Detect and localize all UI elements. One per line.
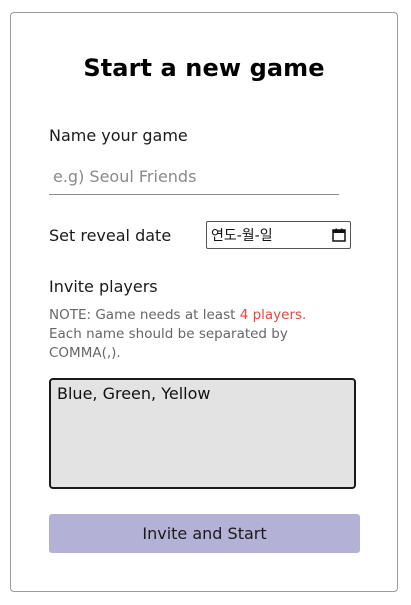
note-highlight: 4 players. bbox=[239, 307, 307, 323]
invite-and-start-button[interactable]: Invite and Start bbox=[49, 514, 360, 553]
calendar-icon[interactable] bbox=[332, 228, 346, 242]
reveal-date-input[interactable]: 연도-월-일 bbox=[206, 221, 351, 249]
invite-players-label: Invite players bbox=[49, 277, 158, 296]
invite-note: NOTE: Game needs at least 4 players. Eac… bbox=[49, 306, 339, 363]
reveal-date-label: Set reveal date bbox=[49, 226, 172, 245]
note-prefix: NOTE: Game needs at least bbox=[49, 307, 240, 323]
game-name-label: Name your game bbox=[49, 126, 188, 145]
page-title: Start a new game bbox=[83, 54, 325, 82]
new-game-card: Start a new game Name your game Set reve… bbox=[10, 12, 398, 592]
game-name-input[interactable] bbox=[49, 159, 339, 195]
players-textarea[interactable]: Blue, Green, Yellow bbox=[49, 378, 356, 489]
note-suffix: Each name should be separated by COMMA(,… bbox=[49, 326, 288, 361]
reveal-date-value: 연도-월-일 bbox=[211, 228, 273, 244]
